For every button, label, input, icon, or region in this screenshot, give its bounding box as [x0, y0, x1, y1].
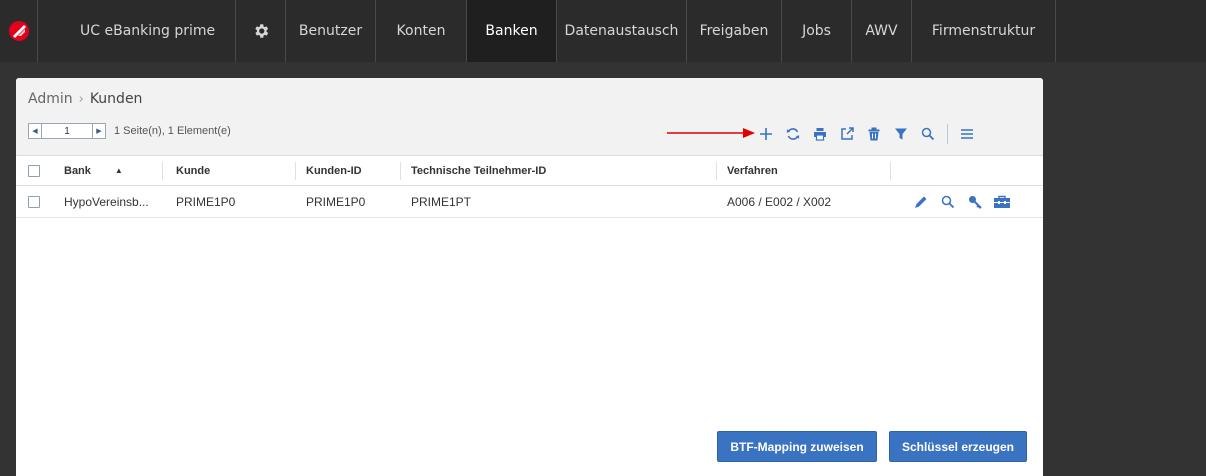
row-select-cell: [28, 187, 40, 217]
trash-icon: [868, 127, 880, 141]
logo-icon: [8, 21, 29, 41]
print-button[interactable]: [808, 122, 832, 146]
generate-key-button[interactable]: Schlüssel erzeugen: [889, 431, 1027, 462]
nav-item-freigaben[interactable]: Freigaben: [687, 0, 782, 62]
red-arrow-annotation: [667, 128, 755, 138]
toolbar-separator: [947, 124, 948, 144]
export-button[interactable]: [835, 122, 859, 146]
nav-item-banken[interactable]: Banken: [467, 0, 557, 62]
refresh-icon: [786, 128, 800, 140]
column-divider[interactable]: [400, 162, 401, 180]
breadcrumb-admin[interactable]: Admin: [28, 91, 73, 107]
app-title[interactable]: UC eBanking prime: [38, 0, 236, 62]
menu-icon: [961, 129, 973, 139]
toolbox-icon: [994, 195, 1010, 208]
add-icon: [760, 128, 772, 140]
select-all-checkbox[interactable]: [28, 164, 40, 177]
nav-item-jobs[interactable]: Jobs: [782, 0, 852, 62]
customers-panel: Admin › Kunden ◀ 1 ▶ 1 Seite(n), 1 Eleme…: [16, 78, 1043, 476]
gear-icon: [254, 24, 268, 38]
add-button[interactable]: [754, 122, 778, 146]
column-divider[interactable]: [890, 162, 891, 180]
column-header-kunden-id[interactable]: Kunden-ID: [306, 156, 362, 185]
column-header-bank[interactable]: Bank ▲: [64, 156, 123, 185]
row-actions: [909, 187, 1017, 217]
filter-button[interactable]: [889, 122, 913, 146]
cell-bank: HypoVereinsb...: [64, 195, 149, 209]
column-header-bank-label: Bank: [64, 164, 91, 177]
cell-kunde: PRIME1P0: [176, 195, 236, 209]
print-icon: [814, 128, 826, 141]
nav-item-awv[interactable]: AWV: [852, 0, 912, 62]
nav-item-benutzer[interactable]: Benutzer: [286, 0, 376, 62]
column-header-verfahren[interactable]: Verfahren: [727, 156, 778, 185]
cell-kunden-id: PRIME1P0: [306, 195, 366, 209]
nav-item-datenaustausch[interactable]: Datenaustausch: [557, 0, 687, 62]
sort-ascending-icon: ▲: [114, 166, 123, 175]
column-divider[interactable]: [295, 162, 296, 180]
table-row[interactable]: HypoVereinsb... PRIME1P0 PRIME1P0 PRIME1…: [16, 187, 1043, 218]
nav-item-firmenstruktur[interactable]: Firmenstruktur: [912, 0, 1056, 62]
key-button[interactable]: [963, 191, 987, 213]
breadcrumb-current: Kunden: [89, 91, 143, 107]
search-button[interactable]: [916, 122, 940, 146]
btf-mapping-button[interactable]: BTF-Mapping zuweisen: [717, 431, 877, 462]
pager-next-button[interactable]: ▶: [92, 123, 106, 139]
pager-info: 1 Seite(n), 1 Element(e): [114, 125, 231, 137]
edit-button[interactable]: [909, 191, 933, 213]
key-icon: [969, 196, 982, 209]
filter-icon: [895, 128, 907, 140]
select-all-cell: [28, 156, 40, 185]
pager: ◀ 1 ▶ 1 Seite(n), 1 Element(e): [28, 123, 231, 139]
search-icon: [941, 195, 955, 209]
cell-verfahren: A006 / E002 / X002: [727, 195, 832, 209]
toolbox-button[interactable]: [990, 191, 1014, 213]
refresh-button[interactable]: [781, 122, 805, 146]
table-header: Bank ▲ Kunde Kunden-ID Technische Teilne…: [16, 156, 1043, 186]
pager-prev-button[interactable]: ◀: [28, 123, 42, 139]
breadcrumb-separator: ›: [78, 91, 84, 107]
cell-teilnehmer-id: PRIME1PT: [411, 195, 472, 209]
unicredit-logo[interactable]: [0, 0, 38, 62]
delete-button[interactable]: [862, 122, 886, 146]
panel-header: Admin › Kunden ◀ 1 ▶ 1 Seite(n), 1 Eleme…: [16, 78, 1043, 156]
column-divider[interactable]: [162, 162, 163, 180]
top-navigation: UC eBanking prime Benutzer Konten Banken…: [0, 0, 1206, 62]
view-button[interactable]: [936, 191, 960, 213]
breadcrumb: Admin › Kunden: [28, 91, 142, 107]
pager-page-input[interactable]: 1: [42, 123, 92, 139]
search-icon: [921, 127, 935, 141]
column-header-kunde[interactable]: Kunde: [176, 156, 210, 185]
toolbar: [754, 122, 982, 146]
column-header-teilnehmer-id[interactable]: Technische Teilnehmer-ID: [411, 156, 546, 185]
export-icon: [841, 127, 854, 140]
settings-button[interactable]: [236, 0, 286, 62]
menu-button[interactable]: [955, 122, 979, 146]
nav-item-konten[interactable]: Konten: [376, 0, 467, 62]
column-divider[interactable]: [716, 162, 717, 180]
row-checkbox[interactable]: [28, 196, 40, 208]
pencil-icon: [915, 196, 927, 208]
